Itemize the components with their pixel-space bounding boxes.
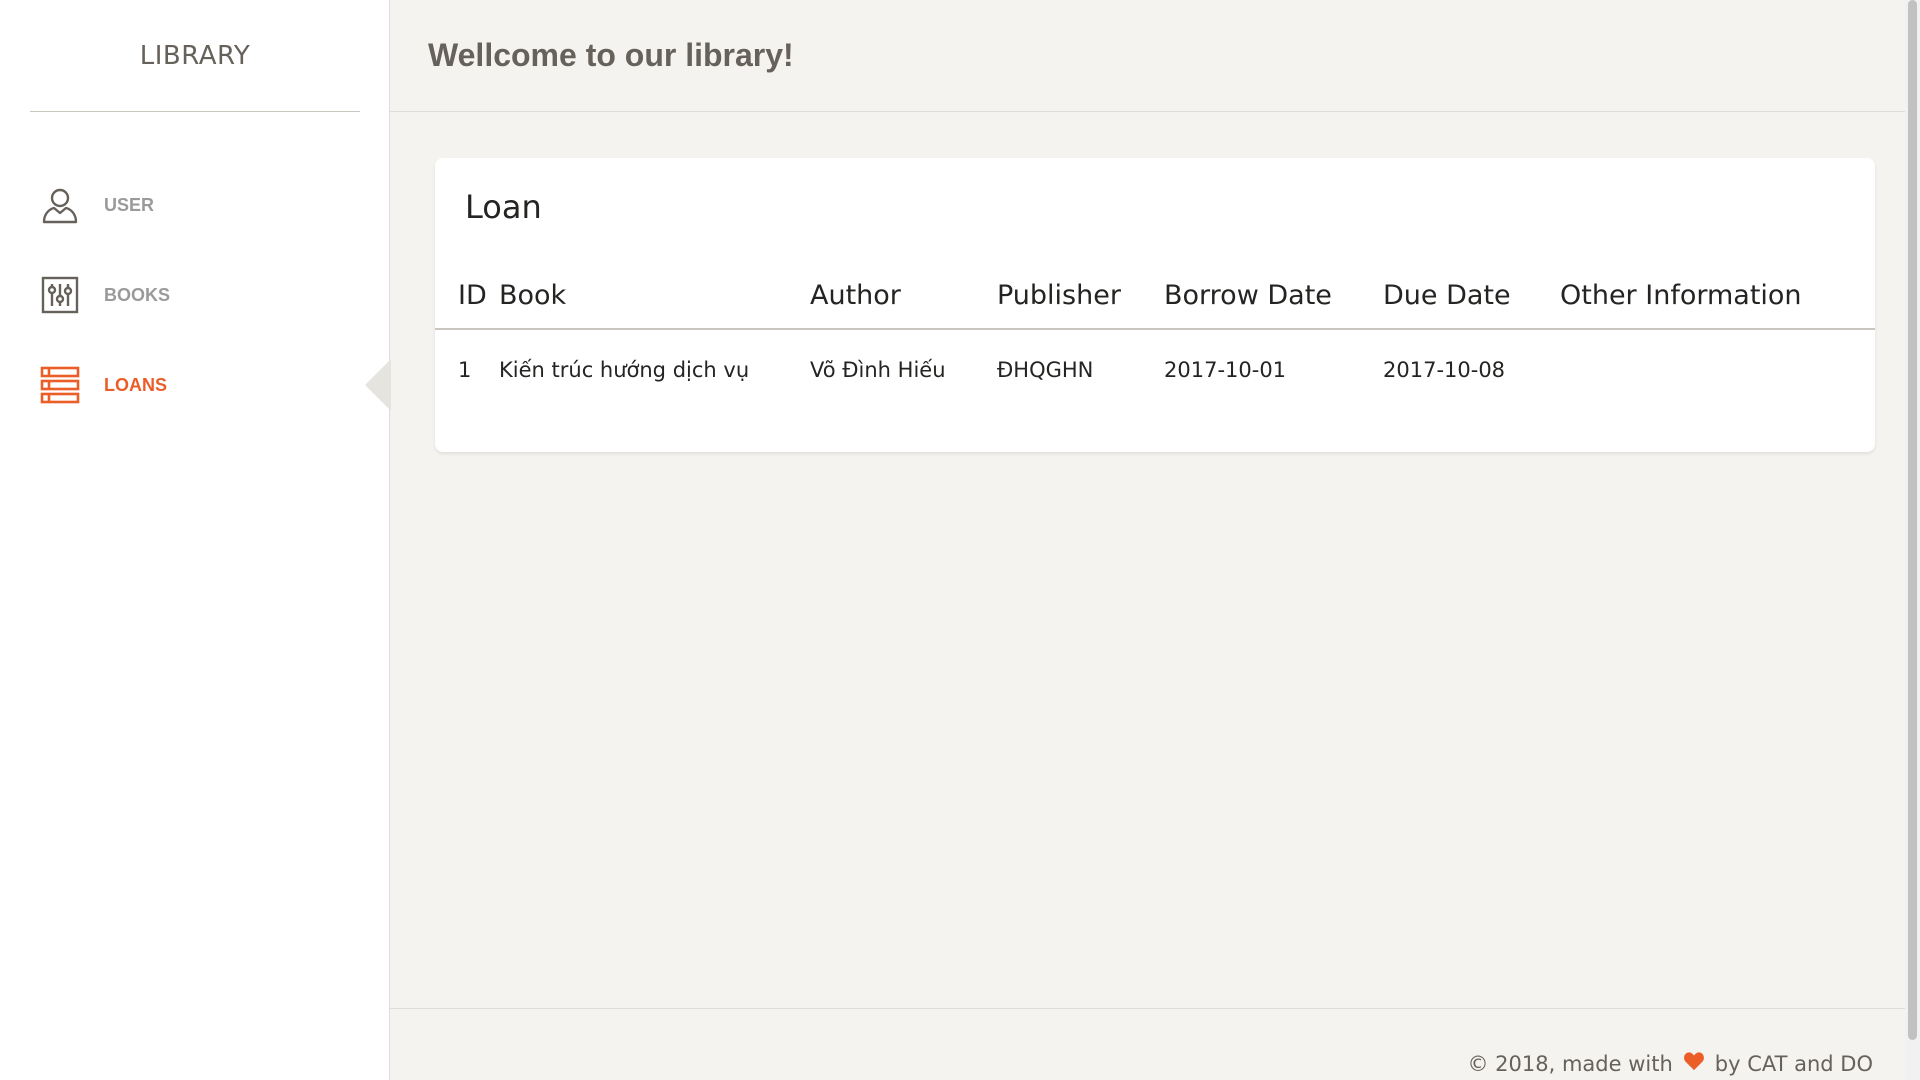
user-icon xyxy=(40,185,80,225)
sidebar-item-label: BOOKS xyxy=(104,284,171,305)
sidebar-item-user[interactable]: USER xyxy=(0,160,390,250)
vertical-scrollbar[interactable] xyxy=(1905,0,1920,1080)
sidebar-item-label: LOANS xyxy=(104,374,167,395)
cell-id: 1 xyxy=(458,357,472,382)
scrollbar-thumb[interactable] xyxy=(1908,0,1917,1040)
copyright-prefix: © 2018, made with xyxy=(1467,1051,1673,1076)
footer: © 2018, made with by CAT and DO xyxy=(390,1008,1905,1080)
app-root: LIBRARY USER BOOKS LOANS Wellcome to our… xyxy=(0,0,1920,1080)
heart-icon xyxy=(1683,1051,1705,1076)
cell-publisher: ĐHQGHN xyxy=(997,357,1094,382)
column-header-publisher: Publisher xyxy=(997,263,1164,330)
sidebar-logo[interactable]: LIBRARY xyxy=(30,0,360,112)
column-header-author: Author xyxy=(810,263,997,330)
table-header-row: ID Book Author Publisher Borrow Date Due… xyxy=(435,263,1875,330)
top-navbar: Wellcome to our library! xyxy=(390,0,1905,112)
sidebar-item-label: USER xyxy=(104,194,155,215)
cell-book: Kiến trúc hướng dịch vụ xyxy=(499,357,750,382)
sidebar: LIBRARY USER BOOKS LOANS xyxy=(0,0,391,1080)
sidebar-item-books[interactable]: BOOKS xyxy=(0,250,390,340)
column-header-book: Book xyxy=(499,263,810,330)
copyright-suffix: by CAT and DO xyxy=(1714,1051,1873,1076)
sidebar-nav: USER BOOKS LOANS xyxy=(0,160,391,430)
list-icon xyxy=(40,365,80,405)
column-header-other-information: Other Information xyxy=(1560,263,1875,330)
page-title[interactable]: Wellcome to our library! xyxy=(428,37,794,74)
cell-other-information xyxy=(1560,329,1875,409)
cell-author: Võ Đình Hiếu xyxy=(810,357,946,382)
copyright: © 2018, made with by CAT and DO xyxy=(1468,1051,1874,1076)
loan-card: Loan ID Book Author Publisher Borrow Dat… xyxy=(435,158,1875,452)
cell-borrow-date: 2017-10-01 xyxy=(1164,357,1287,382)
card-title: Loan xyxy=(465,188,542,226)
loan-table: ID Book Author Publisher Borrow Date Due… xyxy=(435,263,1875,409)
column-header-borrow-date: Borrow Date xyxy=(1164,263,1383,330)
settings-sliders-icon xyxy=(40,275,80,315)
table-row[interactable]: 1 Kiến trúc hướng dịch vụ Võ Đình Hiếu Đ… xyxy=(435,329,1875,409)
active-indicator xyxy=(365,359,391,411)
sidebar-item-loans[interactable]: LOANS xyxy=(0,340,391,430)
column-header-id: ID xyxy=(435,263,499,330)
cell-due-date: 2017-10-08 xyxy=(1383,357,1506,382)
column-header-due-date: Due Date xyxy=(1383,263,1560,330)
